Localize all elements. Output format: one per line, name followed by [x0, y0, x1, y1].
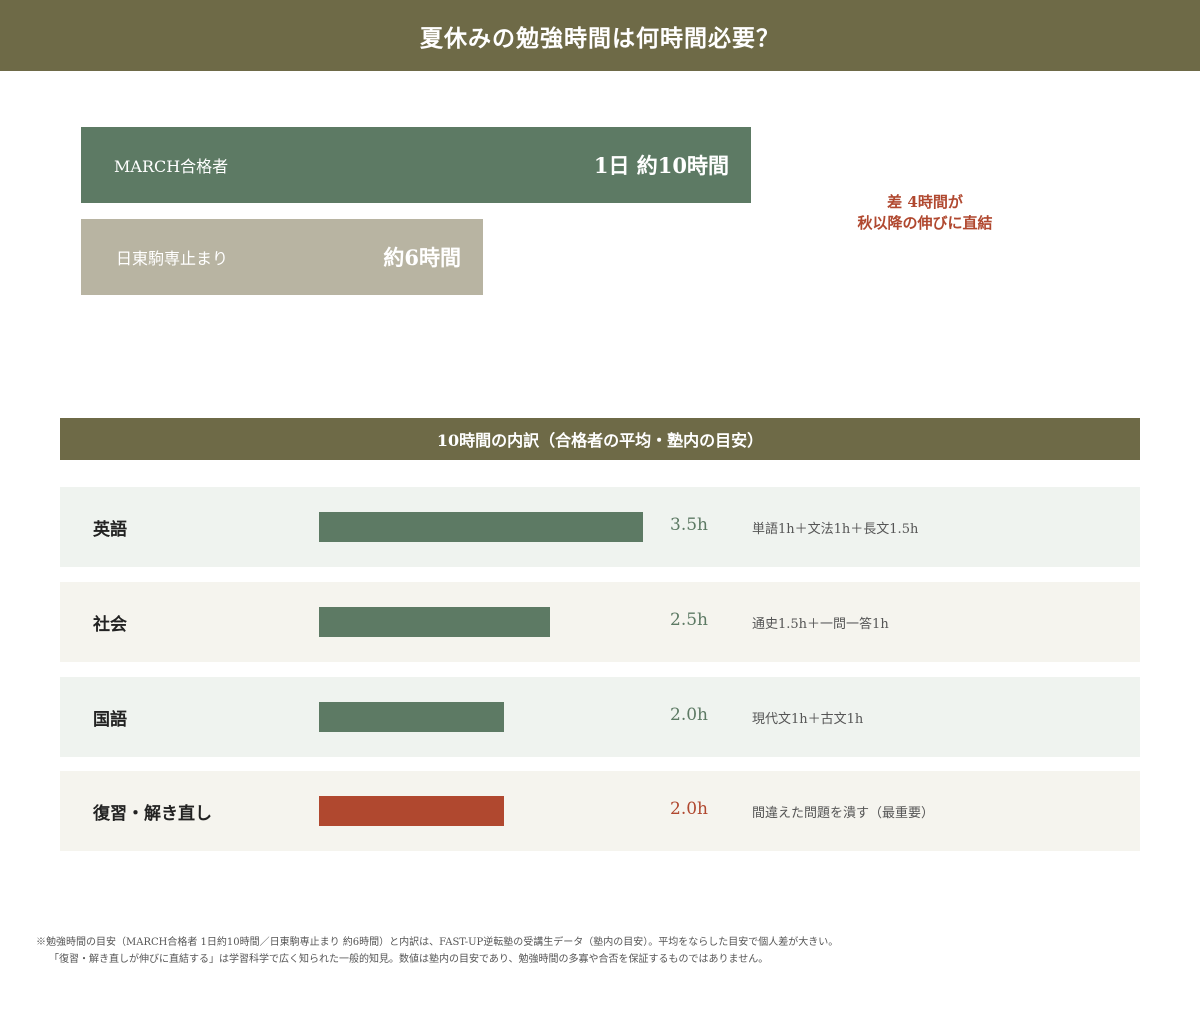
difference-note-line1: 差 4時間が [887, 193, 963, 211]
detail-label: 通史1.5h＋一問一答1h [752, 617, 889, 632]
category-label: 社会 [93, 615, 127, 635]
footnote: ※勉強時間の目安（MARCH合格者 1日約10時間／日東駒専止まり 約6時間）と… [36, 934, 1176, 968]
page-title: 夏休みの勉強時間は何時間必要？ [420, 24, 780, 52]
march-comparison-bar: MARCH合格者 1日 約10時間 [81, 127, 751, 203]
page-header: 夏休みの勉強時間は何時間必要？ [0, 0, 1200, 71]
category-label: 英語 [93, 520, 127, 540]
breakdown-header: 10時間の内訳（合格者の平均・塾内の目安） [60, 418, 1140, 460]
detail-label: 単語1h＋文法1h＋長文1.5h [752, 522, 919, 537]
footnote-line1: ※勉強時間の目安（MARCH合格者 1日約10時間／日東駒専止まり 約6時間）と… [36, 937, 839, 948]
category-label: 復習・解き直し [93, 804, 212, 824]
bar-english [319, 512, 643, 542]
march-label: MARCH合格者 [114, 157, 229, 176]
detail-label: 間違えた問題を潰す（最重要） [752, 806, 935, 821]
category-label: 国語 [93, 710, 127, 730]
footnote-line2: 「復習・解き直しが伸びに直結する」は学習科学で広く知られた一般的知見。数値は塾内… [49, 954, 769, 965]
breakdown-row-review: 復習・解き直し 2.0h 間違えた問題を潰す（最重要） [60, 771, 1140, 851]
bar-review [319, 796, 504, 826]
detail-label: 現代文1h＋古文1h [752, 712, 864, 727]
nittou-comparison-bar: 日東駒専止まり 約6時間 [81, 219, 483, 295]
difference-note: 差 4時間が 秋以降の伸びに直結 [825, 192, 1025, 234]
value-label: 2.0h [670, 799, 708, 819]
breakdown-row-english: 英語 3.5h 単語1h＋文法1h＋長文1.5h [60, 487, 1140, 567]
nittou-label: 日東駒専止まり [116, 249, 229, 268]
breakdown-title: 10時間の内訳（合格者の平均・塾内の目安） [436, 431, 764, 450]
bar-social [319, 607, 550, 637]
difference-note-line2: 秋以降の伸びに直結 [857, 214, 993, 232]
march-hours-value: 1日 約10時間 [593, 153, 729, 178]
nittou-hours-value: 約6時間 [383, 245, 461, 270]
value-label: 2.0h [670, 705, 708, 725]
breakdown-row-japanese: 国語 2.0h 現代文1h＋古文1h [60, 677, 1140, 757]
value-label: 2.5h [670, 610, 708, 630]
bar-japanese [319, 702, 504, 732]
value-label: 3.5h [670, 515, 708, 535]
breakdown-row-social: 社会 2.5h 通史1.5h＋一問一答1h [60, 582, 1140, 662]
